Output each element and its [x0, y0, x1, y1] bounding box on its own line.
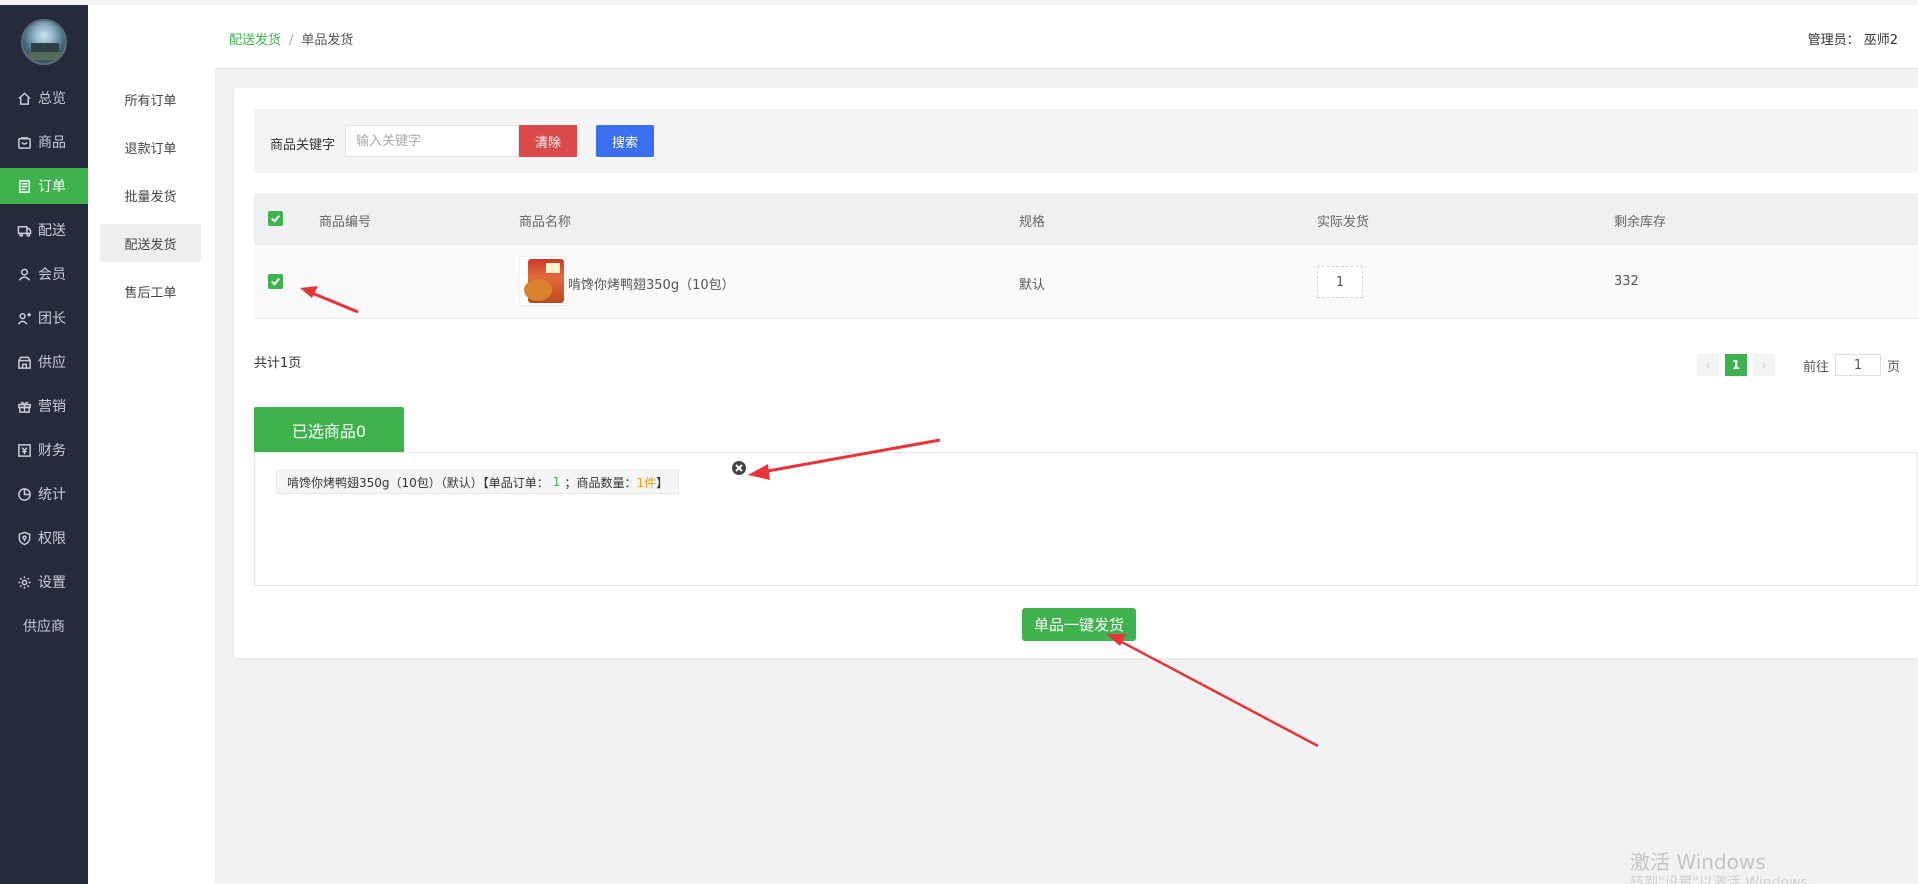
tag-mid: ；商品数量： — [564, 475, 637, 490]
nav-label: 财务 — [38, 443, 66, 459]
main-nav: 总览 商品 订单 配送 会员 团长 供应 营销 财务 统计 权限 设置 供应商 — [0, 0, 88, 884]
tag-quantity: 1件 — [636, 475, 657, 490]
prev-page-button[interactable]: ‹ — [1696, 354, 1719, 376]
selected-goods-tag: 啃馋你烤鸭翅350g（10包）（默认）【单品订单： 1 ；商品数量： 1件】 — [276, 470, 680, 494]
table-row: 啃馋你烤鸭翅350g（10包） 默认 1 332 — [254, 245, 1918, 319]
nav-label: 会员 — [38, 267, 66, 283]
windows-activation-hint: 转到"设置"以激活 Windows。 — [1630, 875, 1822, 884]
nav-item-goods[interactable]: 商品 — [0, 124, 88, 160]
gear-icon — [16, 574, 32, 590]
remove-tag-icon[interactable] — [732, 461, 746, 475]
nav-label: 供应 — [38, 355, 66, 371]
nav-item-suppliers[interactable]: 供应商 — [0, 608, 88, 644]
submenu-batch-ship[interactable]: 批量发货 — [100, 176, 201, 214]
nav-item-permissions[interactable]: 权限 — [0, 520, 88, 556]
nav-label: 总览 — [38, 91, 66, 107]
nav-label: 设置 — [38, 575, 66, 591]
nav-item-delivery[interactable]: 配送 — [0, 212, 88, 248]
col-spec: 规格 — [1019, 215, 1046, 230]
nav-label: 商品 — [38, 135, 66, 151]
windows-activation-watermark: 激活 Windows — [1630, 850, 1766, 874]
nav-item-orders[interactable]: 订单 — [0, 168, 88, 204]
nav-label: 团长 — [38, 311, 66, 327]
clear-button[interactable]: 清除 — [519, 125, 577, 157]
total-pages: 共计1页 — [254, 356, 302, 371]
nav-item-stats[interactable]: 统计 — [0, 476, 88, 512]
search-input[interactable] — [345, 125, 519, 157]
search-button[interactable]: 搜索 — [596, 125, 654, 157]
nav-item-overview[interactable]: 总览 — [0, 80, 88, 116]
row-stock: 332 — [1614, 274, 1639, 289]
row-name: 啃馋你烤鸭翅350g（10包） — [568, 278, 735, 293]
tag-suffix: 】 — [656, 475, 669, 490]
col-code: 商品编号 — [319, 215, 372, 230]
nav-label: 统计 — [38, 487, 66, 503]
selected-goods-panel: 啃馋你烤鸭翅350g（10包）（默认）【单品订单： 1 ；商品数量： 1件】 — [254, 452, 1918, 586]
search-bar: 商品关键字 清除 搜索 — [254, 109, 1918, 173]
supply-icon — [16, 354, 32, 370]
nav-item-marketing[interactable]: 营销 — [0, 388, 88, 424]
leader-icon — [16, 310, 32, 326]
col-ship: 实际发货 — [1317, 215, 1370, 230]
nav-label: 配送 — [38, 223, 66, 239]
nav-item-supply[interactable]: 供应 — [0, 344, 88, 380]
submenu-after-sales[interactable]: 售后工单 — [100, 272, 201, 310]
main-card: 商品关键字 清除 搜索 商品编号 商品名称 规格 实际发货 剩余库存 啃馋你烤鸭… — [234, 88, 1918, 658]
top-header: 配送发货 / 单品发货 管理员： 巫师2 — [215, 5, 1918, 69]
goto-label: 前往 — [1802, 359, 1829, 375]
breadcrumb-separator: / — [289, 33, 294, 48]
submenu-refund-orders[interactable]: 退款订单 — [100, 128, 201, 166]
order-icon — [16, 178, 32, 194]
search-label: 商品关键字 — [270, 138, 336, 153]
delivery-icon — [16, 222, 32, 238]
breadcrumb: 配送发货 / 单品发货 — [229, 29, 353, 48]
home-icon — [16, 90, 32, 106]
page-suffix: 页 — [1886, 359, 1900, 375]
breadcrumb-current: 单品发货 — [301, 33, 354, 48]
row-checkbox[interactable] — [268, 274, 283, 289]
nav-item-finance[interactable]: 财务 — [0, 432, 88, 468]
goods-icon — [16, 134, 32, 150]
product-thumbnail — [519, 256, 567, 306]
submenu-delivery-ship[interactable]: 配送发货 — [100, 224, 201, 262]
row-spec: 默认 — [1019, 278, 1046, 293]
goto-page-input[interactable] — [1834, 354, 1881, 376]
nav-item-settings[interactable]: 设置 — [0, 564, 88, 600]
top-divider — [0, 0, 88, 5]
chart-icon — [16, 486, 32, 502]
col-stock: 剩余库存 — [1614, 215, 1667, 230]
nav-label: 订单 — [38, 179, 66, 195]
col-name: 商品名称 — [519, 215, 572, 230]
tag-order-count: 1 — [552, 475, 561, 489]
table-header: 商品编号 商品名称 规格 实际发货 剩余库存 — [254, 193, 1918, 245]
nav-label: 供应商 — [23, 619, 65, 635]
avatar[interactable] — [21, 19, 67, 65]
nav-item-leaders[interactable]: 团长 — [0, 300, 88, 336]
admin-name[interactable]: 管理员： 巫师2 — [1808, 29, 1898, 48]
select-all-checkbox[interactable] — [268, 211, 283, 226]
next-page-button[interactable]: › — [1752, 354, 1775, 376]
nav-label: 营销 — [38, 399, 66, 415]
sub-menu: 所有订单 退款订单 批量发货 配送发货 售后工单 — [88, 5, 215, 884]
selected-goods-tab[interactable]: 已选商品0 — [254, 407, 404, 452]
finance-icon — [16, 442, 32, 458]
page-1-button[interactable]: 1 — [1724, 354, 1747, 376]
user-icon — [16, 266, 32, 282]
shield-icon — [16, 530, 32, 546]
pagination: ‹ 1 › 前往 页 — [1696, 354, 1900, 376]
nav-item-members[interactable]: 会员 — [0, 256, 88, 292]
one-click-ship-button[interactable]: 单品一键发货 — [1022, 608, 1136, 641]
gift-icon — [16, 398, 32, 414]
submenu-all-orders[interactable]: 所有订单 — [100, 80, 201, 118]
tag-prefix: 啃馋你烤鸭翅350g（10包）（默认）【单品订单： — [287, 475, 549, 490]
product-table: 商品编号 商品名称 规格 实际发货 剩余库存 啃馋你烤鸭翅350g（10包） 默… — [254, 193, 1918, 319]
breadcrumb-parent[interactable]: 配送发货 — [229, 33, 281, 48]
ship-quantity-input[interactable]: 1 — [1317, 266, 1363, 298]
nav-label: 权限 — [38, 531, 66, 547]
